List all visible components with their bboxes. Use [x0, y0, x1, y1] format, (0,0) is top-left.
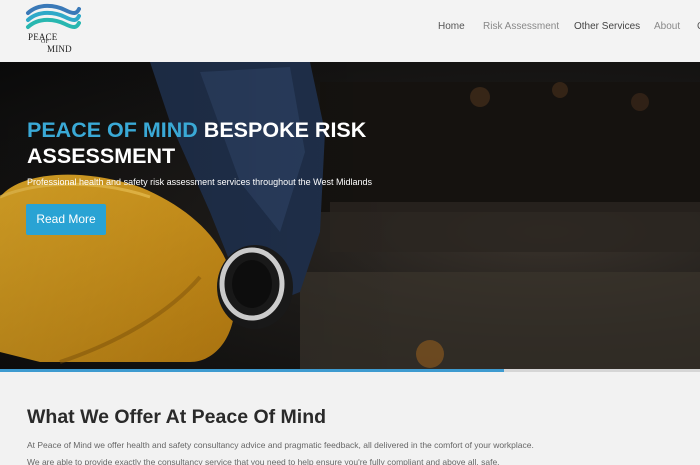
site-header: PEACE OF MIND Home Risk Assessment Other… [0, 0, 700, 62]
intro-paragraph-2: We are able to provide exactly the consu… [27, 457, 500, 465]
hero-title-accent: PEACE OF MIND [27, 118, 198, 142]
read-more-button[interactable]: Read More [26, 204, 106, 235]
logo[interactable]: PEACE OF MIND [25, 3, 81, 55]
nav-other-services[interactable]: Other Services [574, 21, 640, 32]
nav-home[interactable]: Home [438, 21, 465, 32]
slider-progress-bar [0, 369, 700, 372]
intro-paragraph: At Peace of Mind we offer health and saf… [27, 440, 534, 450]
hero-banner: PEACE OF MIND BESPOKE RISK ASSESSMENT Pr… [0, 62, 700, 371]
hero-title: PEACE OF MIND BESPOKE RISK ASSESSMENT [27, 117, 407, 169]
logo-text-mind: MIND [47, 44, 72, 54]
slider-progress-fill [0, 369, 504, 372]
nav-risk-assessment[interactable]: Risk Assessment [483, 21, 559, 32]
nav-about[interactable]: About [654, 21, 680, 32]
hero-subtitle: Professional health and safety risk asse… [27, 177, 373, 187]
section-heading: What We Offer At Peace Of Mind [27, 406, 327, 428]
